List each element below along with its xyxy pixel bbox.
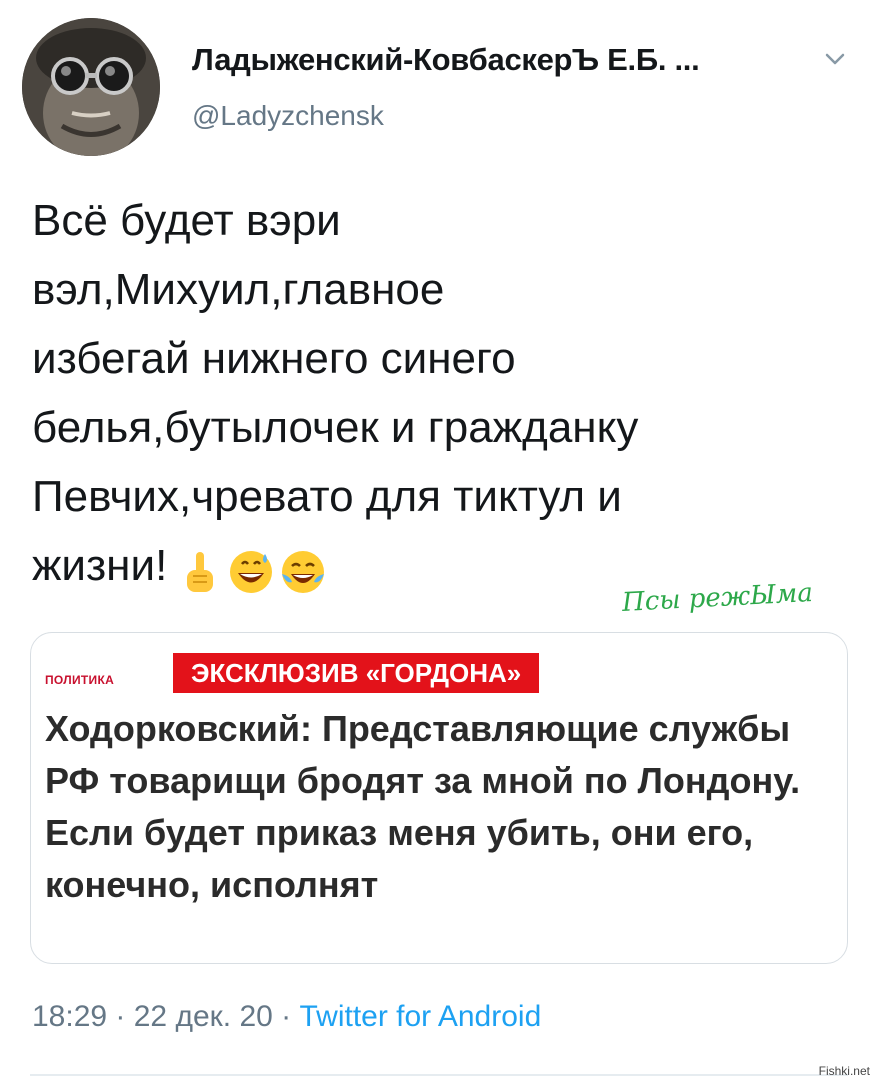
- tears-of-joy-icon: [282, 551, 325, 594]
- meta-separator: ·: [272, 1000, 300, 1033]
- tweet-time[interactable]: 18:29: [32, 1000, 107, 1033]
- link-card[interactable]: ПОЛИТИКА ЭКСКЛЮЗИВ «ГОРДОНА» Ходорковски…: [30, 632, 848, 964]
- user-handle[interactable]: @Ladyzchensk: [192, 100, 384, 132]
- chevron-down-icon[interactable]: [822, 46, 848, 72]
- pointing-up-icon: [187, 552, 214, 593]
- site-watermark: Fishki.net: [818, 1064, 870, 1078]
- card-section-label: ПОЛИТИКА: [45, 673, 115, 687]
- emoji-group: [175, 535, 331, 604]
- tweet-text: Всё будет вэри вэл,Михуил,главное избега…: [32, 186, 832, 604]
- tweet-source-link[interactable]: Twitter for Android: [299, 1000, 541, 1033]
- tweet-date[interactable]: 22 дек. 20: [134, 1000, 273, 1033]
- divider: [30, 1074, 848, 1076]
- tweet-body: Всё будет вэри вэл,Михуил,главное избега…: [32, 196, 639, 590]
- display-name[interactable]: Ладыженский-КовбаскерЪ Е.Б. ...: [192, 42, 700, 78]
- card-headline: Ходорковский: Представляющие службы РФ т…: [45, 708, 801, 905]
- card-badge: ЭКСКЛЮЗИВ «ГОРДОНА»: [173, 653, 540, 693]
- avatar[interactable]: [22, 18, 160, 156]
- author-row: Ладыженский-КовбаскерЪ Е.Б. ...: [192, 36, 852, 86]
- meta-separator: ·: [107, 1000, 134, 1033]
- tweet-meta: 18:29 · 22 дек. 20 · Twitter for Android: [32, 1000, 541, 1034]
- grinning-sweat-icon: [230, 551, 273, 594]
